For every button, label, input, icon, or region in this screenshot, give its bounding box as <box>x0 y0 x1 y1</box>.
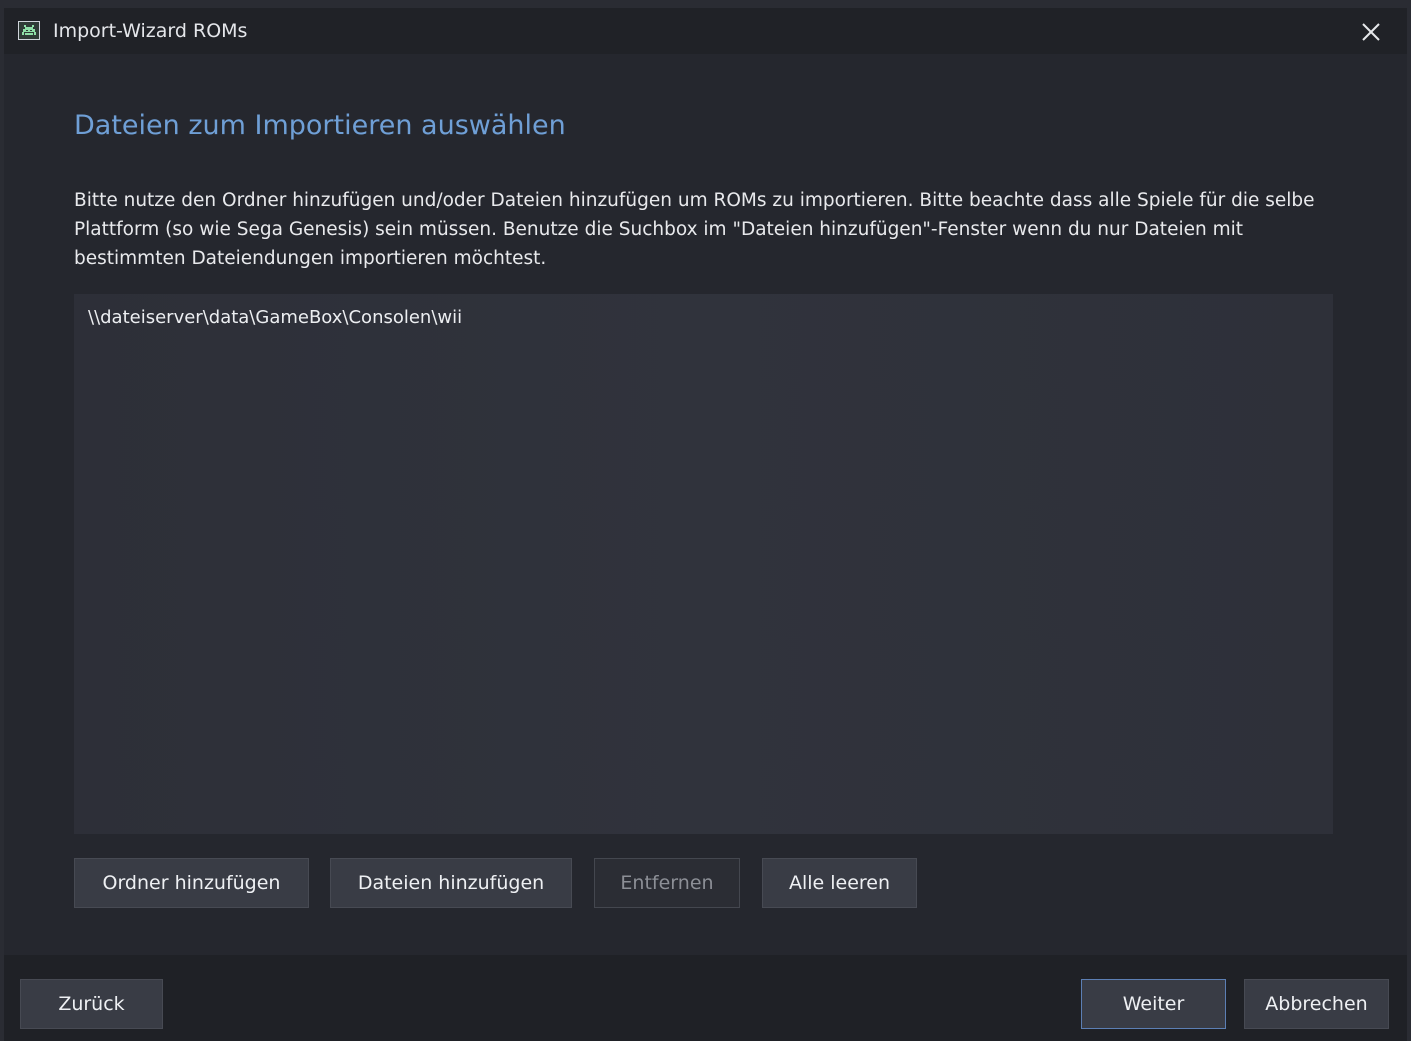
title-bar: Import-Wizard ROMs <box>4 8 1407 54</box>
file-list[interactable]: \\dateiserver\data\GameBox\Consolen\wii <box>74 294 1333 834</box>
import-wizard-window: Import-Wizard ROMs Dateien zum Importier… <box>4 8 1407 1041</box>
close-button[interactable] <box>1357 18 1385 46</box>
next-button[interactable]: Weiter <box>1081 979 1226 1029</box>
clear-all-button[interactable]: Alle leeren <box>762 858 917 908</box>
wizard-content: Dateien zum Importieren auswählen Bitte … <box>4 54 1407 955</box>
list-item[interactable]: \\dateiserver\data\GameBox\Consolen\wii <box>88 306 462 330</box>
cancel-button[interactable]: Abbrechen <box>1244 979 1389 1029</box>
wizard-footer: Zurück Weiter Abbrechen <box>4 955 1407 1041</box>
add-folder-button[interactable]: Ordner hinzufügen <box>74 858 309 908</box>
add-files-button[interactable]: Dateien hinzufügen <box>330 858 572 908</box>
page-title: Dateien zum Importieren auswählen <box>74 110 566 141</box>
back-button[interactable]: Zurück <box>20 979 163 1029</box>
remove-button[interactable]: Entfernen <box>594 858 740 908</box>
space-invader-icon <box>18 21 40 40</box>
window-title: Import-Wizard ROMs <box>53 20 248 42</box>
instructions-text: Bitte nutze den Ordner hinzufügen und/od… <box>74 190 1315 269</box>
close-icon <box>1362 23 1380 41</box>
